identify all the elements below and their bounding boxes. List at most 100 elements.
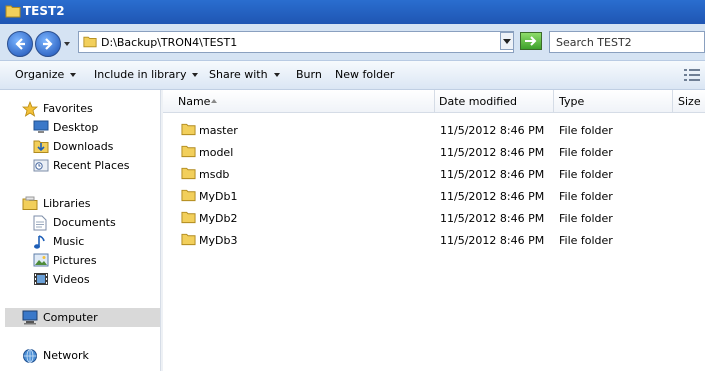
- table-row[interactable]: MyDb1 11/5/2012 8:46 PM File folder: [163, 185, 705, 207]
- nav-downloads-label: Downloads: [53, 140, 114, 153]
- file-type: File folder: [559, 212, 613, 225]
- chevron-down-icon: [70, 73, 77, 77]
- file-date-modified: 11/5/2012 8:46 PM: [440, 146, 545, 159]
- nav-videos[interactable]: Videos: [0, 270, 160, 289]
- table-row[interactable]: msdb 11/5/2012 8:46 PM File folder: [163, 163, 705, 185]
- organize-menu[interactable]: Organize: [15, 68, 77, 81]
- address-dropdown-button[interactable]: [500, 32, 514, 50]
- window-title: TEST2: [23, 4, 65, 18]
- forward-arrow-icon: [43, 38, 53, 50]
- column-header-type[interactable]: Type: [554, 90, 673, 112]
- computer-icon: [22, 310, 38, 325]
- nav-pictures-label: Pictures: [53, 254, 97, 267]
- recent-places-icon: [33, 159, 49, 172]
- command-bar: Organize Include in library Share with B…: [0, 61, 705, 90]
- chevron-down-icon: [503, 39, 511, 44]
- include-in-library-menu[interactable]: Include in library: [94, 68, 199, 81]
- column-type-label: Type: [559, 95, 585, 108]
- column-header-size[interactable]: Size: [673, 90, 705, 112]
- include-in-library-label: Include in library: [94, 68, 187, 81]
- nav-pictures[interactable]: Pictures: [0, 251, 160, 270]
- file-list-pane: Name Date modified Type Size master 11/5…: [163, 90, 705, 371]
- network-icon: [23, 349, 37, 363]
- back-button[interactable]: [7, 31, 33, 57]
- pictures-icon: [33, 253, 49, 267]
- column-name-label: Name: [178, 95, 211, 108]
- file-name[interactable]: MyDb1: [199, 190, 237, 203]
- sort-ascending-icon: [211, 99, 217, 103]
- search-box[interactable]: Search TEST2: [549, 31, 705, 53]
- folder-icon: [181, 189, 196, 202]
- column-header-name[interactable]: Name: [163, 90, 435, 112]
- address-bar[interactable]: D:\Backup\TRON4\TEST1: [78, 31, 514, 53]
- nav-libraries-label: Libraries: [43, 197, 91, 210]
- nav-network[interactable]: Network: [0, 346, 160, 365]
- documents-icon: [33, 215, 47, 231]
- file-type: File folder: [559, 168, 613, 181]
- nav-network-label: Network: [43, 349, 89, 362]
- column-date-label: Date modified: [439, 95, 517, 108]
- change-view-icon[interactable]: [684, 68, 700, 82]
- nav-music-label: Music: [53, 235, 85, 248]
- table-row[interactable]: MyDb3 11/5/2012 8:46 PM File folder: [163, 229, 705, 251]
- nav-libraries[interactable]: Libraries: [0, 194, 160, 213]
- column-header-row: Name Date modified Type Size: [163, 90, 705, 113]
- music-icon: [34, 235, 45, 249]
- column-header-date-modified[interactable]: Date modified: [435, 90, 554, 112]
- nav-recent-places-label: Recent Places: [53, 159, 130, 172]
- search-input[interactable]: Search TEST2: [556, 36, 632, 49]
- nav-recent-places[interactable]: Recent Places: [0, 156, 160, 175]
- videos-icon: [34, 273, 48, 285]
- table-row[interactable]: MyDb2 11/5/2012 8:46 PM File folder: [163, 207, 705, 229]
- share-with-menu[interactable]: Share with: [209, 68, 280, 81]
- nav-documents-label: Documents: [53, 216, 116, 229]
- file-date-modified: 11/5/2012 8:46 PM: [440, 168, 545, 181]
- file-date-modified: 11/5/2012 8:46 PM: [440, 124, 545, 137]
- table-row[interactable]: model 11/5/2012 8:46 PM File folder: [163, 141, 705, 163]
- folder-icon: [181, 123, 196, 136]
- nav-desktop[interactable]: Desktop: [0, 118, 160, 137]
- nav-computer-label: Computer: [43, 311, 98, 324]
- share-with-label: Share with: [209, 68, 268, 81]
- desktop-icon: [33, 120, 49, 133]
- libraries-icon: [22, 196, 38, 210]
- nav-downloads[interactable]: Downloads: [0, 137, 160, 156]
- column-size-label: Size: [678, 95, 701, 108]
- organize-label: Organize: [15, 68, 65, 81]
- forward-button[interactable]: [35, 31, 61, 57]
- folder-icon: [181, 211, 196, 224]
- folder-icon: [83, 36, 97, 48]
- go-arrow-icon: [525, 36, 537, 46]
- file-type: File folder: [559, 190, 613, 203]
- nav-documents[interactable]: Documents: [0, 213, 160, 232]
- file-name[interactable]: msdb: [199, 168, 229, 181]
- file-name[interactable]: MyDb2: [199, 212, 237, 225]
- file-date-modified: 11/5/2012 8:46 PM: [440, 190, 545, 203]
- file-name[interactable]: MyDb3: [199, 234, 237, 247]
- title-bar: TEST2: [0, 0, 705, 24]
- table-row[interactable]: master 11/5/2012 8:46 PM File folder: [163, 119, 705, 141]
- navigation-bar: D:\Backup\TRON4\TEST1 Search TEST2: [0, 24, 705, 61]
- file-name[interactable]: master: [199, 124, 238, 137]
- file-date-modified: 11/5/2012 8:46 PM: [440, 212, 545, 225]
- nav-computer[interactable]: Computer: [5, 308, 160, 327]
- file-type: File folder: [559, 124, 613, 137]
- chevron-down-icon: [192, 73, 199, 77]
- folder-icon: [181, 145, 196, 158]
- recent-locations-dropdown[interactable]: [63, 40, 71, 48]
- folder-icon: [181, 167, 196, 180]
- folder-icon: [5, 5, 21, 18]
- nav-desktop-label: Desktop: [53, 121, 99, 134]
- address-path[interactable]: D:\Backup\TRON4\TEST1: [101, 36, 237, 49]
- back-arrow-icon: [15, 38, 25, 50]
- file-name[interactable]: model: [199, 146, 233, 159]
- file-type: File folder: [559, 234, 613, 247]
- nav-favorites[interactable]: Favorites: [0, 99, 160, 118]
- folder-icon: [181, 233, 196, 246]
- burn-button[interactable]: Burn: [296, 68, 322, 81]
- file-date-modified: 11/5/2012 8:46 PM: [440, 234, 545, 247]
- navigation-pane: Favorites Desktop Downloads Recent Place…: [0, 90, 160, 371]
- new-folder-button[interactable]: New folder: [335, 68, 394, 81]
- nav-music[interactable]: Music: [0, 232, 160, 251]
- refresh-button[interactable]: [520, 32, 542, 50]
